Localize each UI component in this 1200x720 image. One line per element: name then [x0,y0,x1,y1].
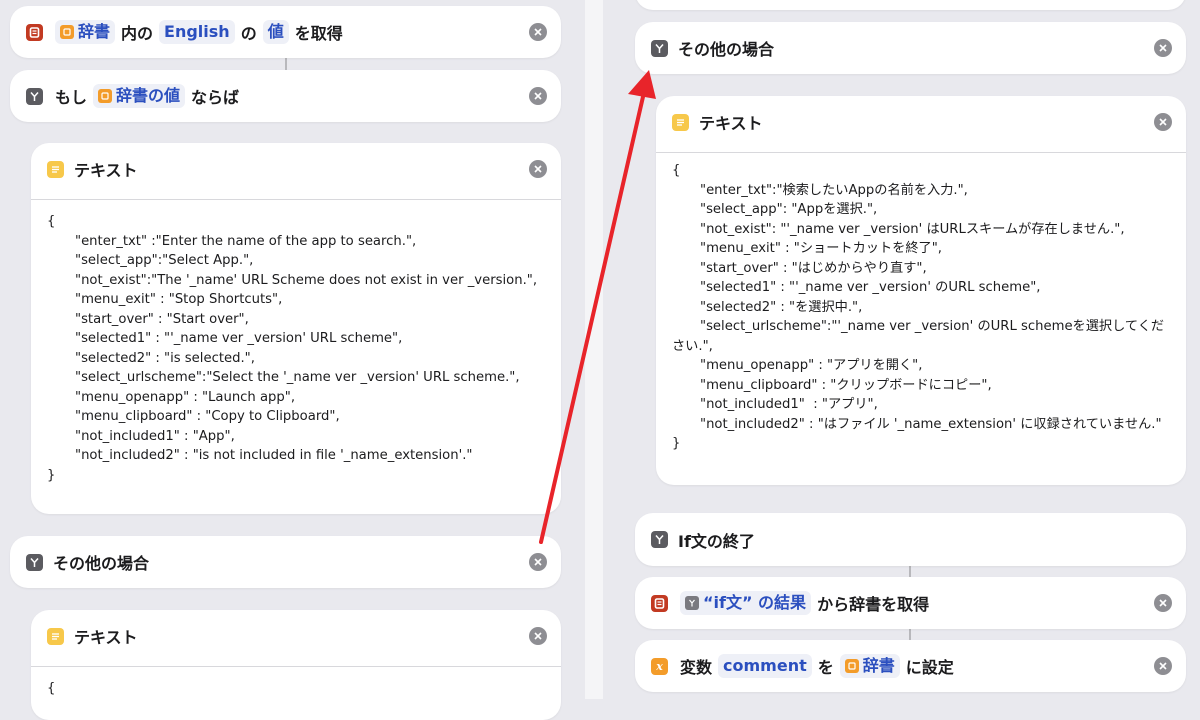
text-line: { [47,214,56,229]
action-title: その他の場合 [678,40,775,59]
text-icon [47,160,64,178]
action-text-japanese-partial[interactable]: テキスト { [31,610,561,720]
close-icon [1159,599,1167,607]
text-line: "not_included1" : "App", [75,428,235,444]
label-text: に設定 [905,658,954,677]
text-content-field[interactable]: { "enter_txt" :"Enter the name of the ap… [31,199,561,514]
flow-connector [285,58,287,70]
text-line: "start_over" : "Start over", [75,311,249,327]
remove-action-button[interactable] [1154,113,1172,131]
value-chip[interactable]: 値 [262,20,289,44]
action-title: その他の場合 [53,554,150,573]
label-text: 変数 [680,658,713,677]
branch-icon [26,87,43,105]
dictionary-icon [60,25,74,39]
label-text: 内の [121,24,154,43]
remove-action-button[interactable] [529,627,547,645]
text-line: "selected1" : "'_name ver _version' のURL… [700,280,1041,295]
action-otherwise[interactable]: その他の場合 [635,22,1186,74]
dictionary-variable-chip[interactable]: 辞書 [839,654,900,678]
close-icon [1159,44,1167,52]
dictionary-value-chip[interactable]: 辞書の値 [93,84,186,108]
remove-action-button[interactable] [1154,594,1172,612]
branch-icon [26,553,43,571]
text-line: "selected2" : "is selected.", [75,350,255,366]
close-icon [534,28,542,36]
text-line: "select_urlscheme":"'_name ver _version'… [672,319,1165,354]
text-line: } [672,436,681,451]
text-line: "enter_txt" :"Enter the name of the app … [75,233,417,249]
remove-action-button[interactable] [529,23,547,41]
text-line: "start_over" : "はじめからやり直す", [700,260,927,276]
action-title: If文の終了 [678,531,755,551]
text-line: { [47,681,56,696]
remove-action-button[interactable] [1154,39,1172,57]
close-icon [534,165,542,173]
dictionary-variable-chip[interactable]: 辞書 [55,20,116,44]
remove-action-button[interactable] [529,160,547,178]
close-icon [1159,118,1167,126]
action-text-english[interactable]: テキスト { "enter_txt" :"Enter the name of t… [31,143,561,514]
action-get-dictionary-from-input[interactable]: “if文” の結果 から辞書を取得 [635,577,1186,629]
label-text: の [240,24,257,43]
close-icon [534,632,542,640]
remove-action-button[interactable] [529,553,547,571]
label-text: ならば [191,88,240,107]
action-title: テキスト [699,114,763,133]
key-chip[interactable]: English [159,20,235,44]
action-set-variable[interactable]: x 変数 comment を 辞書 に設定 [635,640,1186,692]
text-content-field[interactable]: { [31,666,561,720]
dictionary-icon [844,659,859,673]
action-title: テキスト [74,628,138,647]
text-line: "enter_txt":"検索したいAppの名前を入力.", [700,182,968,198]
label-text: もし [55,88,88,107]
text-line: { [672,163,681,178]
dictionary-action-icon [651,594,668,612]
previous-action-edge [635,0,1186,10]
label-text: から辞書を取得 [817,595,930,614]
action-get-dictionary-value[interactable]: 辞書 内の English の 値 を取得 [10,6,561,58]
text-line: "selected2" : "を選択中.", [700,299,863,315]
remove-action-button[interactable] [529,87,547,105]
action-text-japanese[interactable]: テキスト { "enter_txt":"検索したいAppの名前を入力.", "s… [656,96,1186,485]
label-text: を [817,658,834,677]
branch-icon [651,39,668,57]
text-line: "not_included1" : "アプリ", [700,397,878,412]
dictionary-icon [98,89,113,103]
close-icon [534,558,542,566]
text-line: "not_exist": "'_name ver _version' はURLス… [700,221,1125,237]
action-end-if[interactable]: If文の終了 [635,513,1186,566]
text-line: "menu_exit" : "Stop Shortcuts", [75,292,283,307]
label-text: を取得 [294,24,343,43]
split-view-divider[interactable] [585,0,603,699]
text-line: "menu_clipboard" : "クリップボードにコピー", [700,377,992,393]
text-line: "select_app": "Appを選択.", [700,202,878,217]
variable-name-chip[interactable]: comment [718,654,812,678]
remove-action-button[interactable] [1154,657,1172,675]
branch-icon [685,596,699,610]
text-line: "menu_openapp" : "アプリを開く", [700,358,923,373]
text-line: "not_included2" : "はファイル '_name_extensio… [700,416,1162,432]
text-line: "not_included2" : "is not included in fi… [75,448,473,463]
text-icon [47,627,64,645]
text-line: "not_exist":"The '_name' URL Scheme does… [75,272,538,288]
text-line: "select_app":"Select App.", [75,253,254,268]
text-line: "menu_openapp" : "Launch app", [75,389,296,405]
action-otherwise[interactable]: その他の場合 [10,536,561,588]
dictionary-action-icon [26,23,43,41]
action-title: テキスト [74,161,138,180]
text-line: "menu_clipboard" : "Copy to Clipboard", [75,409,340,424]
text-icon [672,113,689,131]
text-line: "selected1" : "'_name ver _version' URL … [75,331,403,346]
action-if[interactable]: もし 辞書の値 ならば [10,70,561,122]
variable-icon: x [651,657,668,675]
branch-icon [651,531,668,548]
close-icon [534,92,542,100]
text-content-field[interactable]: { "enter_txt":"検索したいAppの名前を入力.", "select… [656,152,1186,485]
if-result-chip[interactable]: “if文” の結果 [680,591,812,615]
text-line: "select_urlscheme":"Select the '_name ve… [75,370,520,385]
close-icon [1159,662,1167,670]
text-line: "menu_exit" : "ショートカットを終了", [700,241,942,256]
text-line: } [47,467,56,483]
